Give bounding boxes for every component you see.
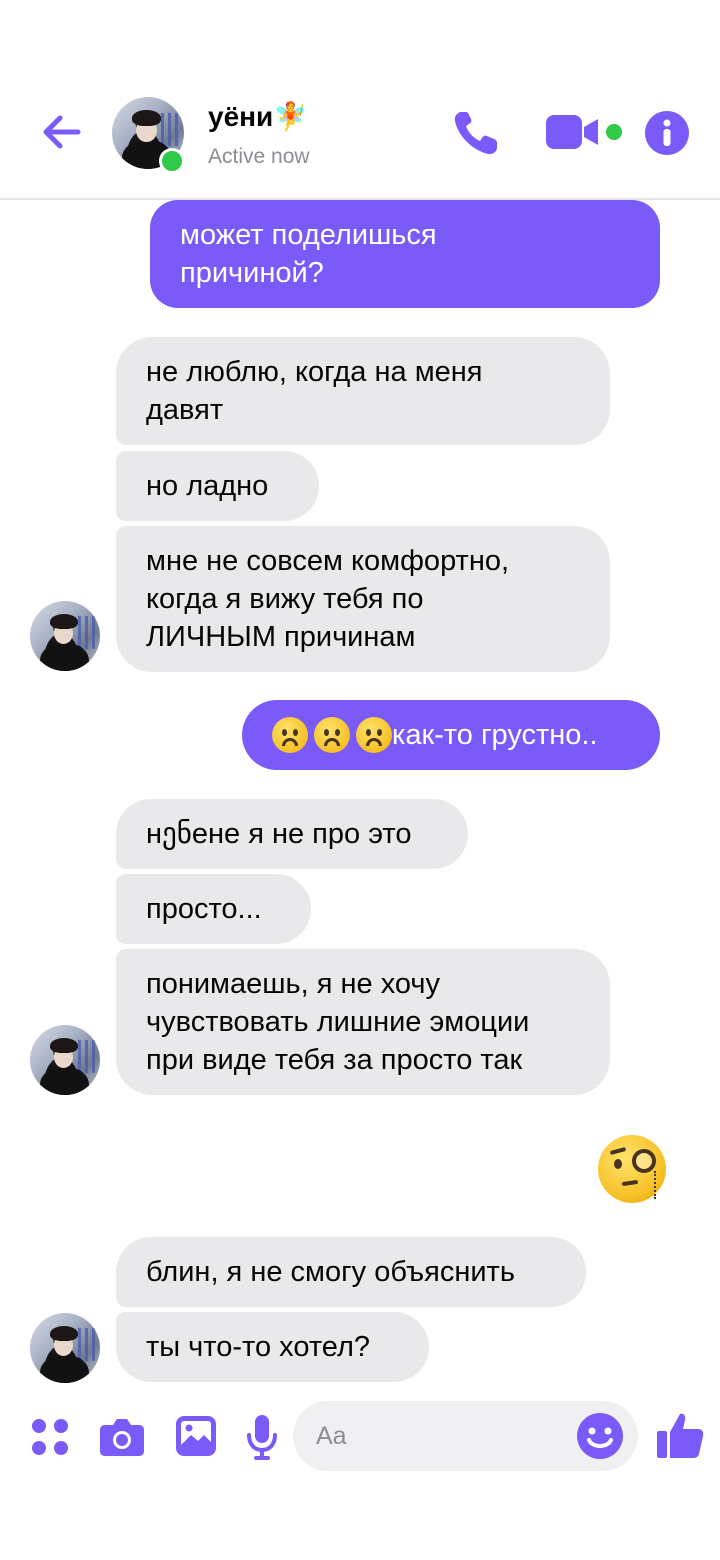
info-icon[interactable] [644, 110, 690, 156]
incoming-message[interactable]: мне не совсем комфортно, когда я вижу те… [116, 526, 610, 672]
incoming-message[interactable]: ты что-то хотел? [116, 1312, 429, 1382]
video-camera-icon[interactable] [544, 112, 624, 152]
incoming-message[interactable]: нენене я не про это [116, 799, 468, 869]
sender-avatar[interactable] [30, 601, 100, 671]
monocle-face-emoji-icon[interactable] [598, 1135, 666, 1203]
frowning-face-icon [272, 717, 308, 753]
frowning-face-icon [356, 717, 392, 753]
online-status-dot [159, 148, 185, 174]
message-text: как-то грустно.. [392, 719, 598, 751]
active-status: Active now [208, 145, 310, 168]
thumbs-up-icon[interactable] [655, 1410, 705, 1460]
contact-name[interactable]: уёни🧚 [208, 100, 308, 133]
gallery-icon[interactable] [175, 1415, 217, 1457]
back-arrow-icon[interactable] [38, 108, 86, 156]
incoming-message[interactable]: просто... [116, 874, 311, 944]
frowning-face-icon [314, 717, 350, 753]
sender-avatar[interactable] [30, 1025, 100, 1095]
incoming-message[interactable]: но ладно [116, 451, 319, 521]
sender-avatar[interactable] [30, 1313, 100, 1383]
microphone-icon[interactable] [246, 1413, 278, 1461]
incoming-message[interactable]: понимаешь, я не хочу чувствовать лишние … [116, 949, 610, 1095]
message-input-placeholder: Aa [316, 1422, 347, 1450]
apps-icon[interactable] [30, 1417, 70, 1457]
chat-header [0, 0, 720, 200]
incoming-message[interactable]: не люблю, когда на меня давят [116, 337, 610, 445]
emoji-icon[interactable] [576, 1412, 624, 1460]
outgoing-message[interactable]: как-то грустно.. [242, 700, 660, 770]
outgoing-message[interactable]: может поделишься причиной? [150, 200, 660, 308]
phone-icon[interactable] [452, 108, 500, 158]
camera-icon[interactable] [99, 1415, 145, 1457]
incoming-message[interactable]: блин, я не смогу объяснить [116, 1237, 586, 1307]
